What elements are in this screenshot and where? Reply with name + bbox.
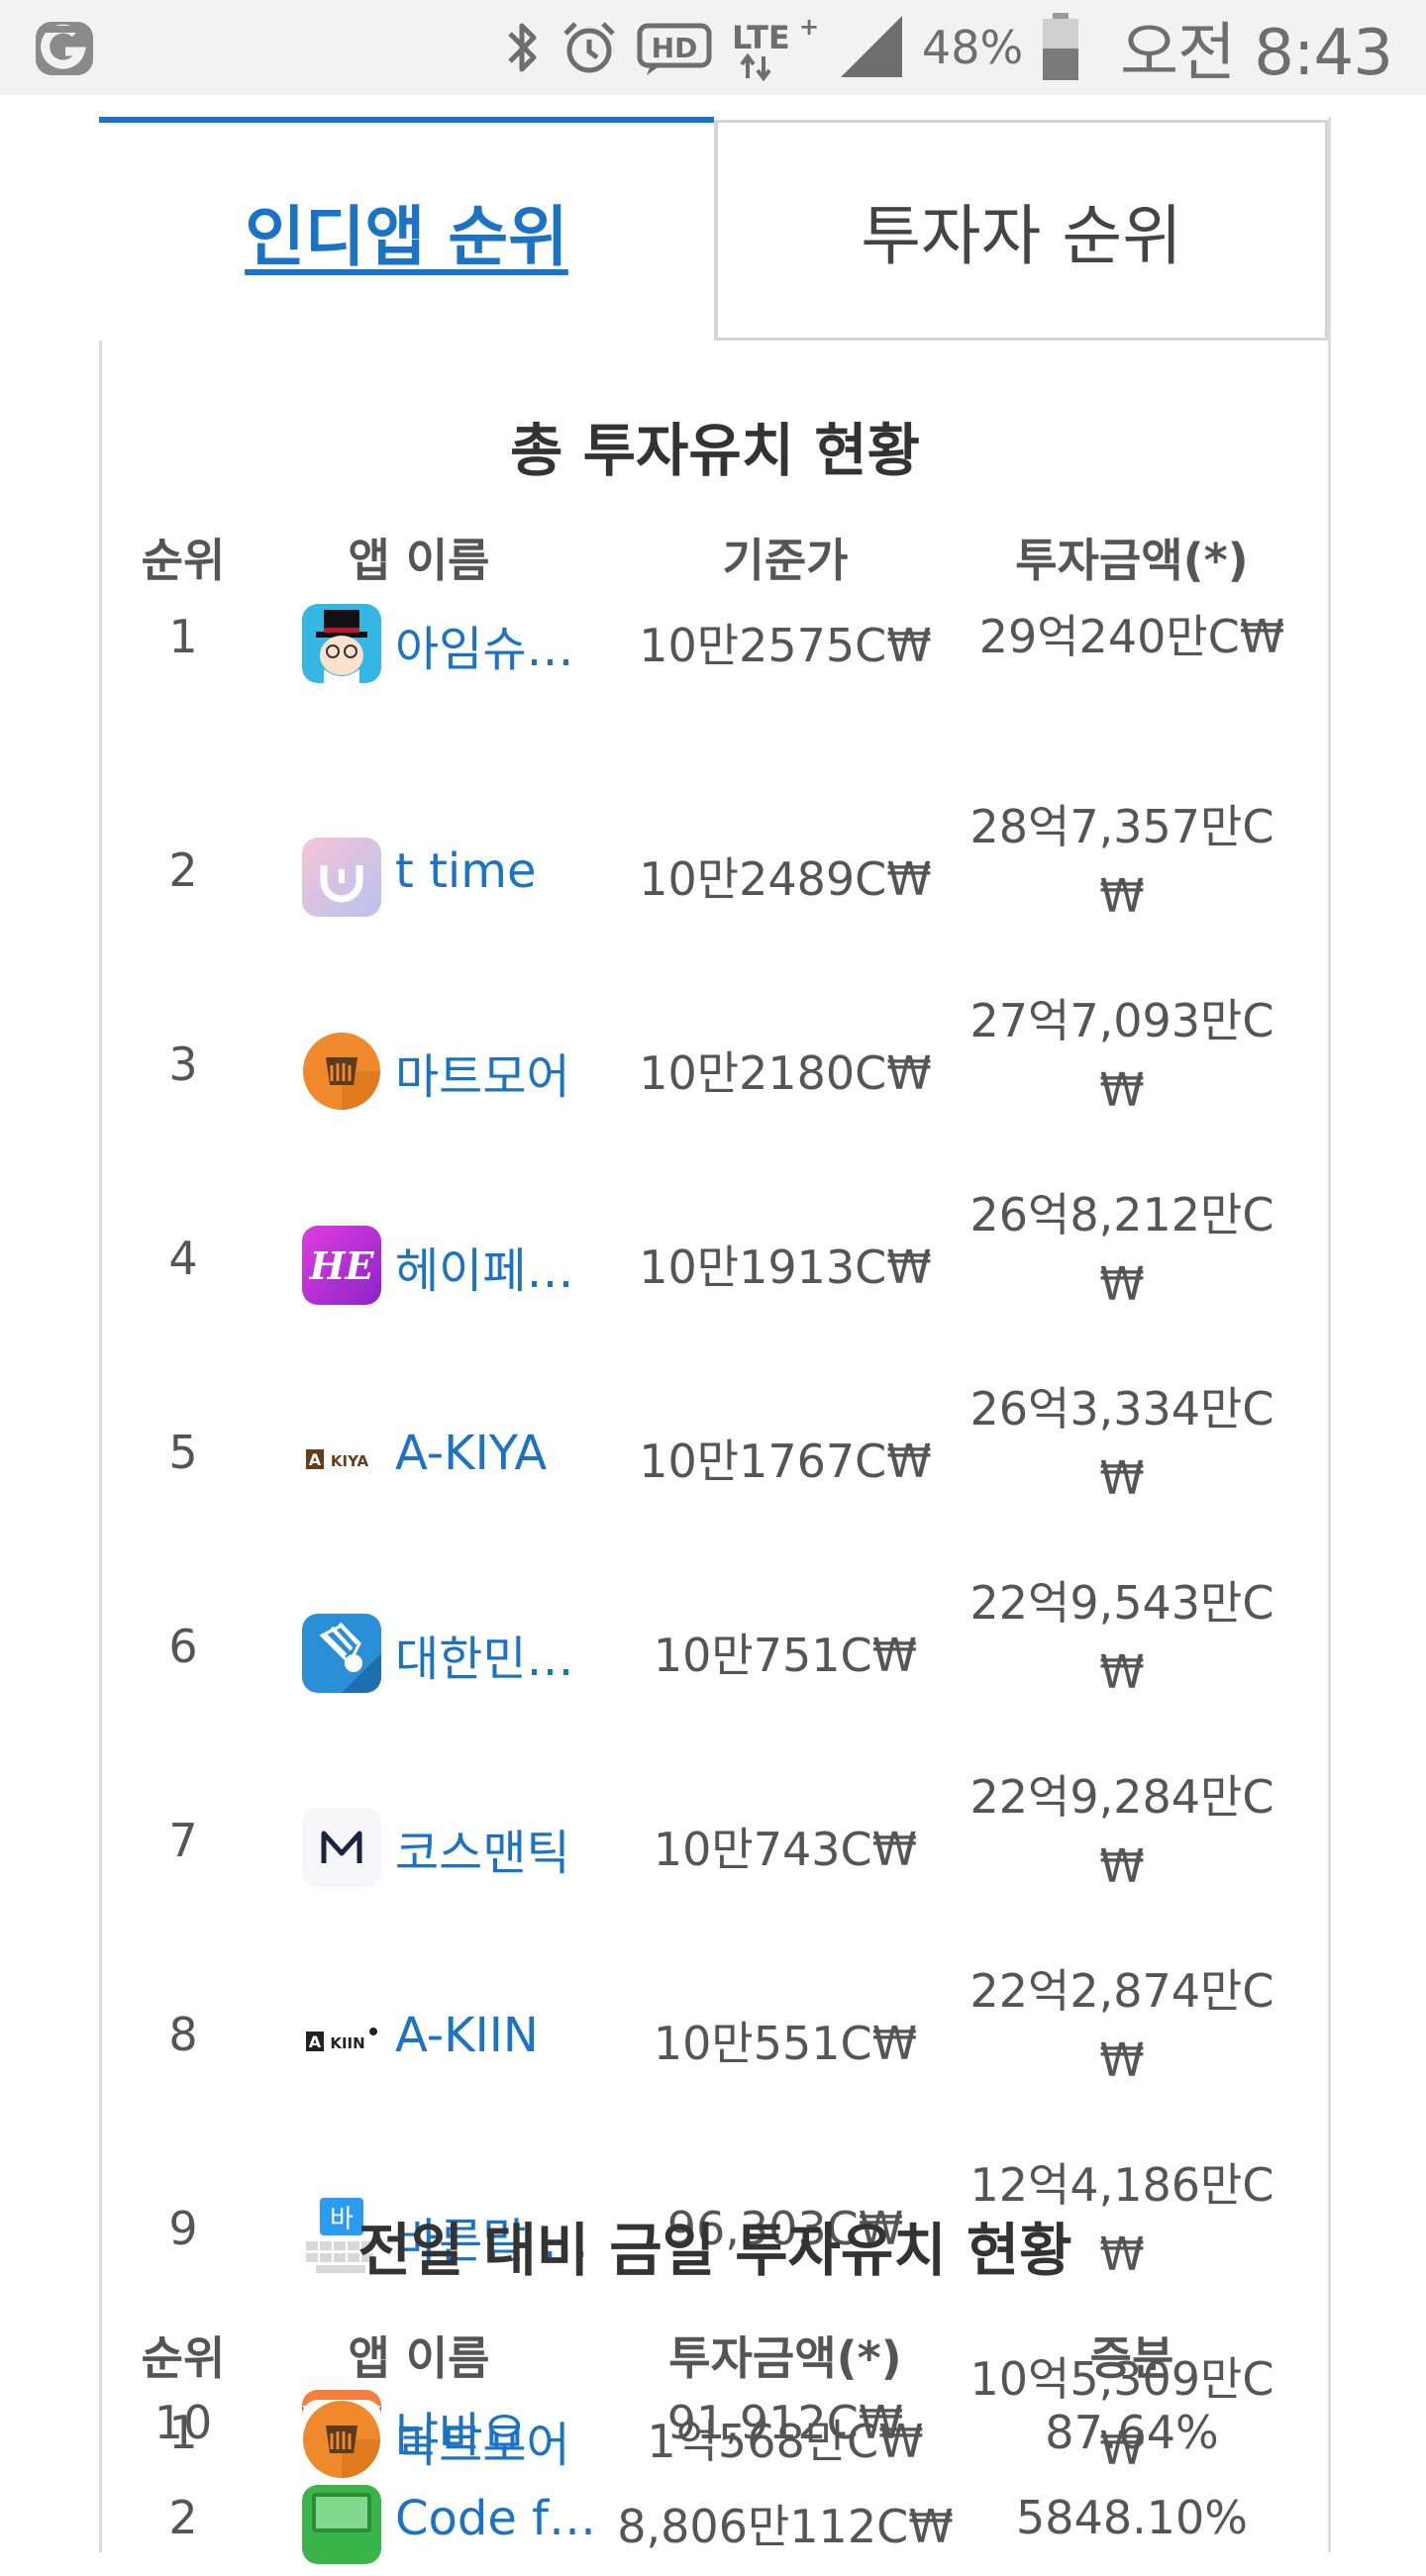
app-name-link[interactable]: 대한민… <box>395 1620 573 1689</box>
svg-text:KIIN: KIIN <box>330 2034 364 2052</box>
investment-amount: 8,806만112C₩ <box>617 2500 954 2553</box>
app-name-link[interactable]: A-KIIN <box>395 2008 539 2063</box>
battery-percent: 48% <box>921 21 1024 74</box>
clock: 오전 8:43 <box>1120 17 1393 90</box>
investment-amount: 26억8,212만C₩ <box>969 1188 1274 1311</box>
investment-amount: 26억3,334만C₩ <box>969 1382 1274 1505</box>
table-row[interactable]: 4 HE 헤이페… 10만1913C₩ 26억8,212만C₩ <box>102 1188 1328 1386</box>
total-header-rank: 순위 <box>141 534 226 587</box>
svg-text:HE: HE <box>309 1243 375 1288</box>
investment-amount: 27억7,093만C₩ <box>969 994 1274 1117</box>
row-rank: 8 <box>168 2008 198 2061</box>
change-percent: 87.64% <box>1045 2406 1219 2459</box>
table-row[interactable]: 2 t time 10만2489C₩ 28억7,357만C₩ <box>102 800 1328 998</box>
table-row[interactable]: 1 아임슈… 10만2575C₩ 29억240만C₩ <box>102 604 1328 804</box>
base-price: 10만743C₩ <box>653 1823 918 1876</box>
app-name-link[interactable]: 코스맨틱 <box>395 1814 570 1883</box>
row-rank: 6 <box>168 1620 198 1673</box>
svg-text:LTE: LTE <box>732 19 790 56</box>
total-header-price: 기준가 <box>722 534 849 587</box>
martmore-icon[interactable] <box>302 2400 381 2479</box>
daily-header-rank: 순위 <box>141 2331 226 2385</box>
akiin-icon[interactable]: A KIIN <box>302 2002 381 2081</box>
martmore-icon[interactable] <box>302 1032 381 1111</box>
table-row[interactable]: 3 마트모어 10만2180C₩ 27억7,093만C₩ <box>102 994 1328 1192</box>
daily-header-amount: 투자금액(*) <box>668 2331 902 2385</box>
daily-investment-title: 전일 대비 금일 투자유치 현황 <box>357 2217 1072 2284</box>
app-name-link[interactable]: A-KIYA <box>395 1426 547 1481</box>
total-investment-title: 총 투자유치 현황 <box>510 417 920 484</box>
svg-text:HD: HD <box>652 32 698 64</box>
base-price: 10만2489C₩ <box>639 852 932 906</box>
total-header-name: 앱 이름 <box>348 534 490 587</box>
ranking-card: 인디앱 순위 투자자 순위 총 투자유치 현황 순위 앱 이름 기준가 투자금액… <box>99 117 1331 2564</box>
investment-amount: 1억568만C₩ <box>647 2415 924 2468</box>
app-name-link[interactable]: 마트모어 <box>395 1038 570 1107</box>
table-row[interactable]: 1 마트모어 1억568만C₩ 87.64% <box>102 2400 1328 2491</box>
investment-amount: 22억9,284만C₩ <box>969 1770 1274 1893</box>
lte-plus-icon: LTE + <box>732 13 819 82</box>
cosmantic-icon[interactable] <box>302 1808 381 1887</box>
row-rank: 4 <box>168 1232 198 1285</box>
carrier-logo-icon <box>36 22 93 75</box>
tab-investor-ranking[interactable]: 투자자 순위 <box>714 120 1328 341</box>
tab-indie-app-ranking-label: 인디앱 순위 <box>245 199 568 275</box>
row-rank: 2 <box>168 2491 198 2544</box>
daily-header-name: 앱 이름 <box>348 2331 490 2385</box>
tab-indie-app-ranking[interactable]: 인디앱 순위 <box>99 117 714 341</box>
table-row[interactable]: 7 코스맨틱 10만743C₩ 22억9,284만C₩ <box>102 1770 1328 1968</box>
base-price: 10만751C₩ <box>653 1629 918 1682</box>
table-row[interactable]: 5 A KIYA A-KIYA 10만1767C₩ 26억3,334만C₩ <box>102 1382 1328 1580</box>
row-rank: 7 <box>168 1814 198 1867</box>
row-rank: 1 <box>168 610 198 663</box>
akiya-icon[interactable]: A KIYA <box>302 1420 381 1499</box>
t-time-icon[interactable] <box>302 838 381 917</box>
alarm-icon <box>563 22 615 73</box>
svg-text:A: A <box>309 1450 322 1469</box>
status-bar: HD LTE + 48% 오전 8:43 <box>0 0 1426 95</box>
signal-icon <box>840 16 902 77</box>
app-name-link[interactable]: Code f… <box>395 2491 596 2546</box>
app-name-link[interactable]: t time <box>395 843 537 899</box>
app-name-link[interactable]: 헤이페… <box>395 1232 573 1301</box>
battery-icon <box>1043 13 1079 80</box>
daily-header-change: 증분 <box>1089 2331 1174 2385</box>
hd-voice-icon: HD <box>637 23 712 75</box>
shuttlecock-icon[interactable] <box>302 1614 381 1693</box>
investment-amount: 29억240만C₩ <box>978 610 1285 663</box>
tab-investor-ranking-label: 투자자 순위 <box>861 197 1182 274</box>
bluetooth-icon <box>508 23 537 72</box>
svg-text:A: A <box>309 2032 322 2051</box>
row-rank: 2 <box>168 843 198 897</box>
table-row[interactable]: 6 대한민… 10만751C₩ 22억9,543만C₩ <box>102 1576 1328 1774</box>
row-rank: 1 <box>168 2406 198 2459</box>
base-price: 10만2575C₩ <box>639 619 932 672</box>
heype-icon[interactable]: HE <box>302 1226 381 1305</box>
total-header-amount: 투자금액(*) <box>1015 534 1249 587</box>
investment-amount: 22억9,543만C₩ <box>969 1576 1274 1699</box>
base-price: 10만551C₩ <box>653 2017 918 2070</box>
svg-text:+: + <box>799 13 819 41</box>
investment-amount: 22억2,874만C₩ <box>969 1964 1274 2087</box>
change-percent: 5848.10% <box>1016 2491 1248 2544</box>
investment-amount: 28억7,357만C₩ <box>969 800 1274 923</box>
base-price: 10만1913C₩ <box>639 1240 932 1294</box>
code-icon[interactable] <box>302 2485 381 2564</box>
table-row[interactable]: 8 A KIIN A-KIIN 10만551C₩ 22억2,874만C₩ <box>102 1964 1328 2162</box>
app-name-link[interactable]: 아임슈… <box>395 610 573 679</box>
app-name-link[interactable]: 마트모어 <box>395 2406 570 2475</box>
base-price: 10만2180C₩ <box>639 1046 932 1100</box>
table-row[interactable]: 2 Code f… 8,806만112C₩ 5848.10% <box>102 2485 1328 2576</box>
professor-icon[interactable] <box>302 604 381 683</box>
base-price: 10만1767C₩ <box>639 1435 932 1488</box>
row-rank: 5 <box>168 1426 198 1479</box>
svg-text:KIYA: KIYA <box>331 1452 369 1470</box>
tab-bar: 인디앱 순위 투자자 순위 <box>99 117 1328 341</box>
row-rank: 3 <box>168 1038 198 1091</box>
